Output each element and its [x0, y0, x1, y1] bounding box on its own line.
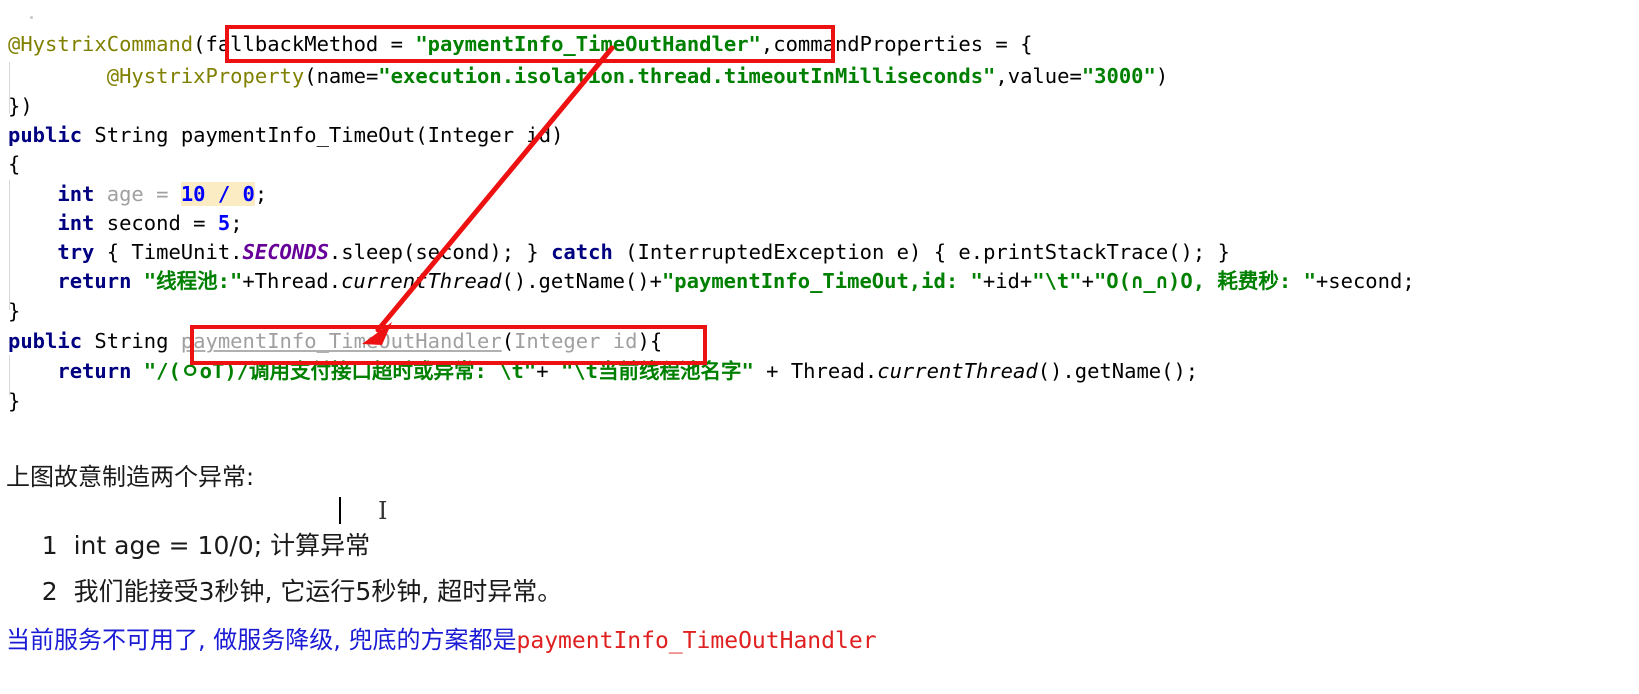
token-catch-body: (InterruptedException e) { e.printStackT… [625, 240, 1230, 264]
token-brace-close-1: } [8, 299, 21, 323]
token-type-string-2: String [94, 329, 169, 353]
token-space-d [94, 211, 106, 235]
token-semicolon-age: ; [254, 182, 268, 206]
token-plus-thread: +Thread. [242, 269, 342, 293]
token-plus-id: +id+ [982, 269, 1033, 293]
token-annotation-hystrixproperty: @HystrixProperty [106, 64, 305, 88]
token-str-tab-1: "\t" [1032, 269, 1082, 293]
token-paren-close: ) [1155, 64, 1169, 88]
token-plus-second: +second; [1315, 269, 1415, 293]
token-close-annotation: }) [8, 94, 33, 118]
token-str-emoji-cost: "O(∩_∩)O, 耗费秒: " [1093, 269, 1316, 293]
token-fallback-method-value: "paymentInfo_TimeOutHandler" [415, 32, 761, 56]
token-kw-return-1: return [57, 269, 132, 293]
text-caret [339, 497, 341, 524]
code-line-close-brace-2: } [8, 387, 20, 416]
token-kw-public-2: public [8, 329, 83, 353]
token-handler-brace: { [649, 329, 663, 353]
token-brace-open: { [8, 152, 21, 176]
token-str-fallback-msg: "/(ㅇoT)/调用支付接口超时或异常: \t" [143, 359, 537, 383]
code-line-return-handler: return "/(ㅇoT)/调用支付接口超时或异常: \t"+ "\t当前线程… [8, 357, 1198, 386]
token-space-e [94, 240, 106, 264]
token-var-second: second = [106, 211, 218, 235]
code-line-hystrix-property: @HystrixProperty(name="execution.isolati… [8, 62, 1168, 91]
token-thread-dot: Thread. [790, 359, 878, 383]
token-fallback-method-key: fallbackMethod = [205, 32, 416, 56]
token-handler-name: paymentInfo_TimeOutHandler [180, 329, 502, 353]
note-item-2-gap [58, 577, 74, 606]
token-plus-1: + [1081, 269, 1094, 293]
token-timeout-value: "3000" [1081, 64, 1156, 88]
code-line-int-age: int age = 10 / 0; [8, 180, 267, 209]
token-str-threadpool: "线程池:" [143, 269, 243, 293]
token-handler-paren-open: ( [501, 329, 515, 353]
code-line-open-brace: { [8, 150, 20, 179]
stray-artifact-dot [30, 16, 33, 19]
token-value-eq: ,value= [995, 64, 1082, 88]
token-space-h [131, 269, 143, 293]
token-space-f [539, 240, 551, 264]
code-editor-pane: @HystrixCommand(fallbackMethod = "paymen… [0, 0, 1639, 425]
token-get-name-end: ().getName(); [1037, 359, 1199, 383]
token-indent-6 [8, 359, 57, 383]
code-line-method-signature: public String paymentInfo_TimeOut(Intege… [8, 121, 563, 150]
code-line-int-second: int second = 5; [8, 209, 243, 238]
token-sleep-call: .sleep(second); } [328, 240, 539, 264]
token-indent-5 [8, 269, 57, 293]
token-handler-paren-close: ) [637, 329, 650, 353]
token-indent-1 [8, 64, 107, 88]
notes-heading: 上图故意制造两个异常: [6, 463, 255, 491]
token-kw-catch: catch [551, 240, 613, 264]
token-kw-try: try [57, 240, 95, 264]
code-line-hystrix-command: @HystrixCommand(fallbackMethod = "paymen… [8, 30, 1032, 59]
token-get-name: ().getName()+ [501, 269, 662, 293]
conclusion-line: 当前服务不可用了, 做服务降级, 兜底的方案都是paymentInfo_Time… [6, 620, 877, 655]
token-indent-4 [8, 240, 57, 264]
token-try-body: { TimeUnit. [106, 240, 243, 264]
token-space-a [82, 123, 94, 147]
token-num-5: 5 [217, 211, 231, 235]
code-line-close-annotation: }) [8, 92, 33, 121]
token-plus-space: + [536, 359, 561, 383]
token-paren-open: ( [193, 32, 206, 56]
token-space-c [94, 182, 106, 206]
token-kw-public: public [8, 123, 83, 147]
note-item-2-text: 我们能接受3秒钟, 它运行5秒钟, 超时异常。 [73, 577, 563, 606]
token-space-b [168, 123, 180, 147]
token-command-properties: ,commandProperties = { [760, 32, 1033, 56]
mouse-ibeam-cursor: I [378, 497, 388, 525]
token-expr-division: 10 / 0 [180, 182, 255, 206]
token-semicolon-second: ; [230, 211, 243, 235]
token-type-string: String [94, 123, 169, 147]
token-space-j [168, 329, 180, 353]
token-handler-params: Integer id [514, 329, 638, 353]
token-var-age: age = [106, 182, 181, 206]
token-indent-3 [8, 211, 57, 235]
token-kw-int-second: int [57, 211, 95, 235]
token-name-eq: (name= [304, 64, 379, 88]
note-item-2-number: 2 [41, 577, 58, 606]
token-space-g [613, 240, 625, 264]
token-space-k [131, 359, 143, 383]
token-space-i [82, 329, 94, 353]
token-seconds-const: SECONDS [242, 240, 329, 264]
token-brace-close-2: } [8, 389, 21, 413]
token-timeout-key: "execution.isolation.thread.timeoutInMil… [378, 64, 996, 88]
token-current-thread-1: currentThread [341, 269, 502, 293]
token-plus-space-2: + [753, 359, 791, 383]
token-str-threadname: "\t当前线程池名字" [560, 359, 754, 383]
code-line-return-timeout: return "线程池:"+Thread.currentThread().get… [8, 267, 1415, 296]
token-annotation-hystrixcommand: @HystrixCommand [8, 32, 194, 56]
code-line-handler-signature: public String paymentInfo_TimeOutHandler… [8, 327, 662, 356]
token-kw-return-2: return [57, 359, 132, 383]
token-current-thread-2: currentThread [877, 359, 1038, 383]
conclusion-text-cn: 当前服务不可用了, 做服务降级, 兜底的方案都是 [6, 626, 517, 654]
token-kw-int-age: int [57, 182, 95, 206]
code-line-close-brace-1: } [8, 297, 20, 326]
token-str-payment-id: "paymentInfo_TimeOut,id: " [661, 269, 983, 293]
code-line-try-catch: try { TimeUnit.SECONDS.sleep(second); } … [8, 238, 1230, 267]
token-method-timeout: paymentInfo_TimeOut(Integer id) [180, 123, 564, 147]
conclusion-handler-name: paymentInfo_TimeOutHandler [516, 628, 877, 654]
token-indent-2 [8, 182, 57, 206]
